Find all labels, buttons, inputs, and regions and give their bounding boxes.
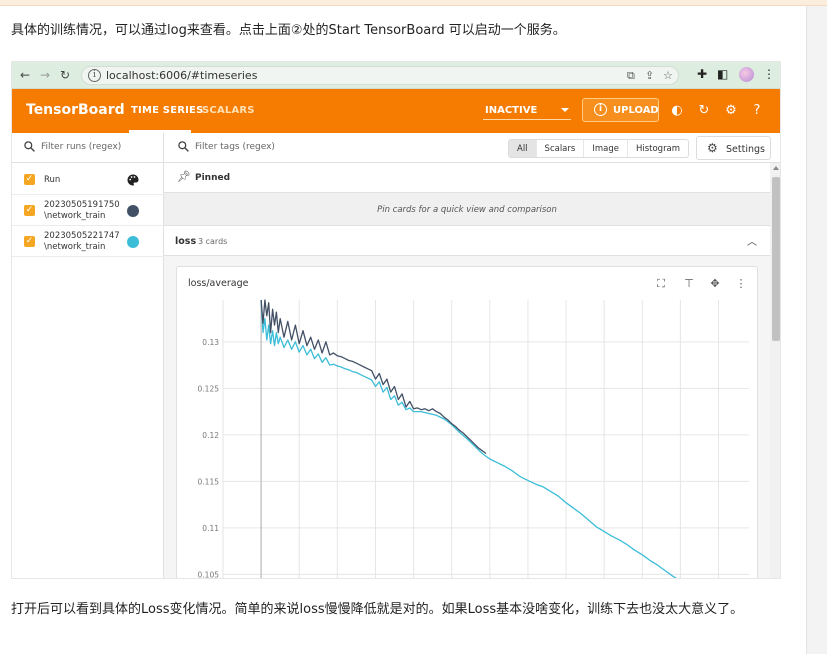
tensorboard-logo[interactable]: TensorBoard xyxy=(26,102,125,118)
gear-icon[interactable]: ⚙ xyxy=(723,103,739,119)
profile-avatar[interactable] xyxy=(739,67,754,82)
upload-label: UPLOAD xyxy=(613,105,659,116)
runs-filter[interactable]: Filter runs (regex) xyxy=(12,133,164,163)
filter-all-button[interactable]: All xyxy=(509,140,537,157)
chevron-down-icon xyxy=(561,108,569,112)
upload-button[interactable]: i UPLOAD xyxy=(582,98,659,122)
runs-header-row: ✓ Run xyxy=(12,163,164,195)
scrollbar-thumb[interactable] xyxy=(772,177,780,341)
series-line-1 xyxy=(260,299,487,455)
card-group-header[interactable]: loss 3 cards ︿ xyxy=(164,226,770,256)
y-tick-label: 0.115 xyxy=(198,477,220,486)
page-scrollbar[interactable] xyxy=(806,6,827,654)
share-icon[interactable]: ⇪ xyxy=(645,69,654,82)
chevron-up-icon[interactable]: ︿ xyxy=(747,233,757,248)
type-filter-group: All Scalars Image Histogram xyxy=(508,139,690,158)
pin-icon: 📌︎ xyxy=(177,170,191,183)
dark-mode-icon[interactable]: ◐ xyxy=(669,103,685,119)
help-icon[interactable]: ? xyxy=(749,103,765,119)
address-url: localhost:6006/#timeseries xyxy=(106,69,258,82)
tags-filter-input[interactable]: Filter tags (regex) xyxy=(195,142,275,152)
y-tick-label: 0.11 xyxy=(202,524,219,533)
filter-scalars-button[interactable]: Scalars xyxy=(537,140,585,157)
tensorboard-screenshot: ← → ↻ i localhost:6006/#timeseries ⧉ ⇪ ☆… xyxy=(11,61,781,579)
browser-toolbar: ← → ↻ i localhost:6006/#timeseries ⧉ ⇪ ☆… xyxy=(12,62,780,89)
reload-icon[interactable]: ↻ xyxy=(58,68,72,82)
back-icon[interactable]: ← xyxy=(18,68,32,82)
scalar-card: loss/average ⛶ ⊤ ✥ ⋮ 0.105 0.11 0.115 0.12 0… xyxy=(176,266,759,579)
search-icon xyxy=(178,141,189,152)
refresh-icon[interactable]: ↻ xyxy=(696,103,712,119)
run-color-swatch[interactable] xyxy=(127,236,139,248)
y-tick-label: 0.13 xyxy=(202,338,219,347)
gear-icon: ⚙ xyxy=(707,141,718,155)
forward-icon[interactable]: → xyxy=(38,68,52,82)
article-paragraph-2: 打开后可以看到具体的Loss变化情况。简单的来说loss慢慢降低就是对的。如果L… xyxy=(11,602,744,617)
pinned-empty-message: Pin cards for a quick view and compariso… xyxy=(164,193,770,226)
filter-histogram-button[interactable]: Histogram xyxy=(628,140,688,157)
runs-pane: Filter runs (regex) ✓ Run ✓ 202305051917… xyxy=(12,133,164,578)
run-row[interactable]: ✓ 20230505191750 \network_train xyxy=(12,195,164,226)
search-icon xyxy=(24,141,35,152)
runs-header-label: Run xyxy=(44,175,61,185)
run-name: 20230505221747 \network_train xyxy=(44,231,120,252)
main-scrollbar[interactable] xyxy=(770,163,780,578)
pinned-header: 📌︎ Pinned xyxy=(164,163,770,193)
extensions-icon[interactable]: ✚ xyxy=(697,67,707,81)
run-checkbox[interactable]: ✓ xyxy=(24,205,35,216)
run-row[interactable]: ✓ 20230505221747 \network_train xyxy=(12,226,164,257)
pinned-label: Pinned xyxy=(195,173,231,183)
more-menu-icon[interactable]: ⋮ xyxy=(763,67,775,81)
top-strip xyxy=(0,0,827,6)
translate-icon[interactable]: ⧉ xyxy=(627,69,635,83)
settings-label: Settings xyxy=(726,144,765,155)
loss-line-chart[interactable]: 0.1050.110.1150.120.1250.13 -1,00001,000… xyxy=(177,267,759,579)
tab-time-series[interactable]: TIME SERIES xyxy=(131,105,204,116)
side-panel-icon[interactable]: ◧ xyxy=(717,67,728,81)
tags-toolbar: Filter tags (regex) All Scalars Image Hi… xyxy=(164,133,780,163)
select-all-checkbox[interactable]: ✓ xyxy=(24,174,35,185)
group-card-count: 3 cards xyxy=(198,237,228,246)
tensorboard-header: TensorBoard TIME SERIES SCALARS INACTIVE… xyxy=(12,89,780,133)
group-name: loss xyxy=(175,236,197,247)
bookmark-star-icon[interactable]: ☆ xyxy=(663,69,673,82)
y-tick-label: 0.12 xyxy=(202,431,219,440)
run-name: 20230505191750 \network_train xyxy=(44,200,120,221)
palette-icon[interactable] xyxy=(127,174,139,186)
plugin-select-value: INACTIVE xyxy=(485,105,538,116)
address-bar[interactable]: i localhost:6006/#timeseries ⧉ ⇪ ☆ xyxy=(81,66,679,85)
y-tick-label: 0.105 xyxy=(198,570,220,579)
plugin-select[interactable]: INACTIVE xyxy=(483,101,571,120)
site-info-icon[interactable]: i xyxy=(88,69,101,82)
y-tick-label: 0.125 xyxy=(198,384,220,393)
tab-scalars[interactable]: SCALARS xyxy=(202,105,255,116)
run-checkbox[interactable]: ✓ xyxy=(24,236,35,247)
main-panel: Filter tags (regex) All Scalars Image Hi… xyxy=(164,133,780,579)
article-paragraph-1: 具体的训练情况，可以通过log来查看。点击上面②处的Start TensorBo… xyxy=(11,23,566,38)
settings-button[interactable]: ⚙ Settings xyxy=(696,136,771,160)
filter-image-button[interactable]: Image xyxy=(584,140,628,157)
run-color-swatch[interactable] xyxy=(127,205,139,217)
scroll-up-icon[interactable] xyxy=(773,166,779,170)
runs-filter-placeholder: Filter runs (regex) xyxy=(41,142,122,152)
info-icon: i xyxy=(594,103,607,116)
